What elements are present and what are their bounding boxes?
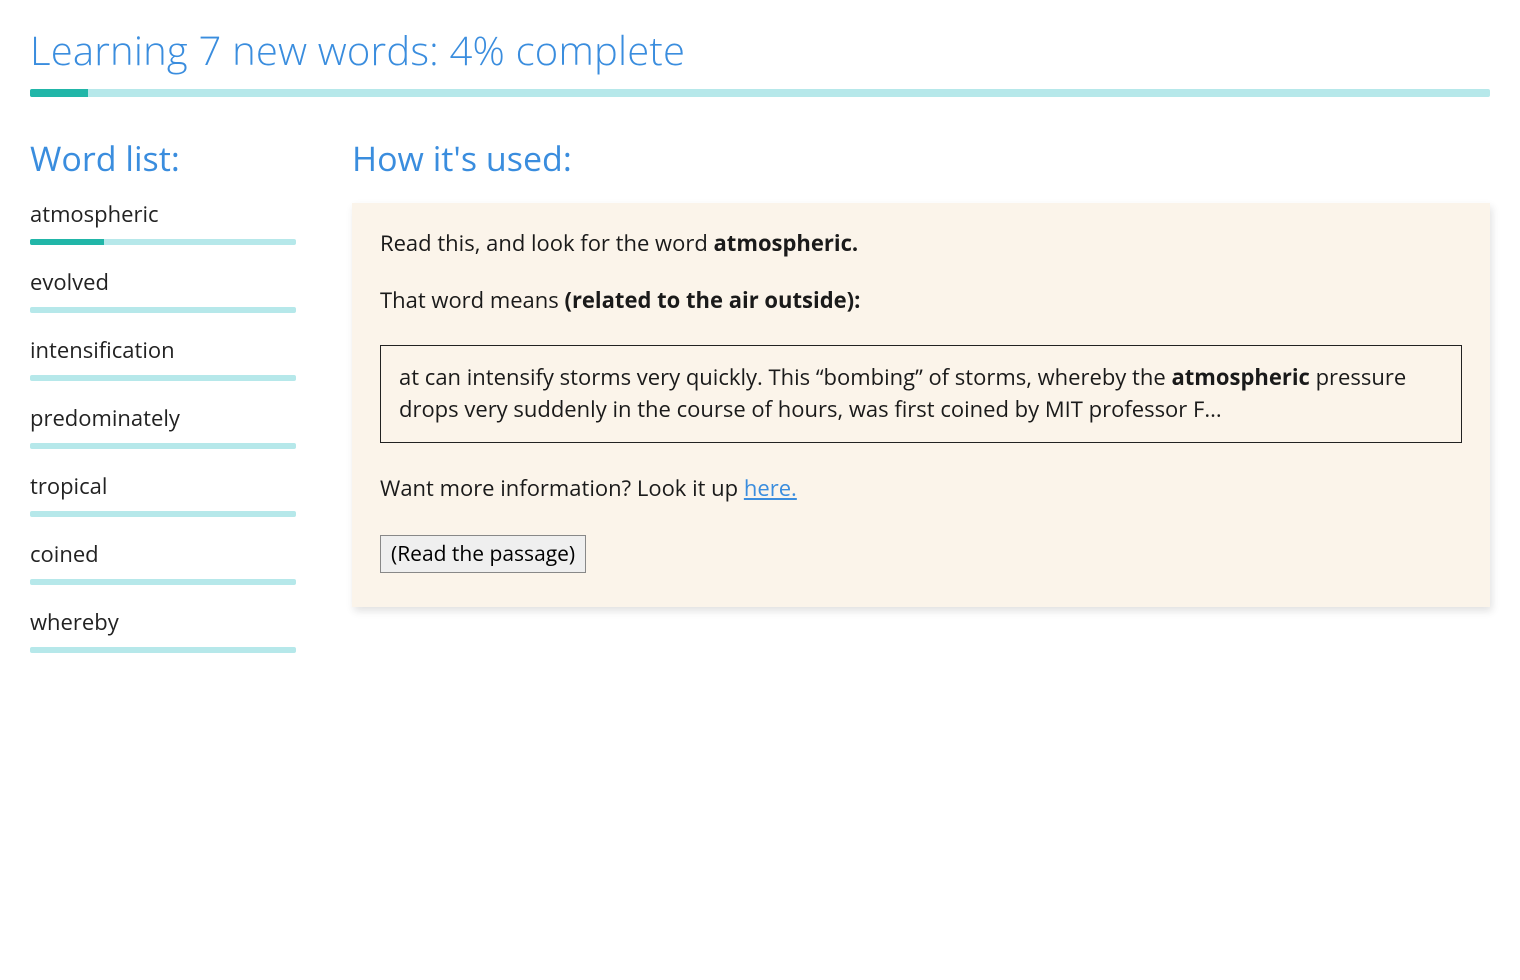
definition-line: That word means (related to the air outs… xyxy=(380,284,1462,317)
definition-text: (related to the air outside): xyxy=(564,285,860,315)
word-progress-bar xyxy=(30,647,296,653)
more-info-prefix: Want more information? Look it up xyxy=(380,473,744,503)
word-progress-bar xyxy=(30,307,296,313)
definition-prefix: That word means xyxy=(380,285,564,315)
word-list-item[interactable]: whereby xyxy=(30,607,296,637)
overall-progress-fill xyxy=(30,89,88,97)
word-list-item[interactable]: tropical xyxy=(30,471,296,501)
excerpt-highlight-word: atmospheric xyxy=(1171,362,1309,392)
usage-heading: How it's used: xyxy=(352,135,1490,181)
more-info-line: Want more information? Look it up here. xyxy=(380,473,1462,503)
word-list-item[interactable]: atmospheric xyxy=(30,199,296,229)
instruction-prefix: Read this, and look for the word xyxy=(380,228,714,258)
word-progress-bar xyxy=(30,511,296,517)
word-progress-fill xyxy=(30,239,104,245)
word-progress-bar xyxy=(30,443,296,449)
word-list-sidebar: Word list: atmospheric evolved intensifica… xyxy=(30,135,296,653)
usage-panel-column: How it's used: Read this, and look for t… xyxy=(352,135,1490,607)
usage-panel: Read this, and look for the word atmosph… xyxy=(352,203,1490,607)
instruction-line: Read this, and look for the word atmosph… xyxy=(380,227,1462,260)
page-title: Learning 7 new words: 4% complete xyxy=(30,22,1490,77)
word-list-item[interactable]: evolved xyxy=(30,267,296,297)
instruction-target-word: atmospheric. xyxy=(714,228,859,258)
more-info-link[interactable]: here. xyxy=(744,473,797,503)
excerpt-before: at can intensify storms very quickly. Th… xyxy=(399,362,1171,392)
word-list-heading: Word list: xyxy=(30,135,296,181)
word-list-item[interactable]: coined xyxy=(30,539,296,569)
passage-excerpt: at can intensify storms very quickly. Th… xyxy=(380,345,1462,443)
read-passage-button[interactable]: (Read the passage) xyxy=(380,535,586,573)
word-list-item[interactable]: predominately xyxy=(30,403,296,433)
word-progress-bar xyxy=(30,375,296,381)
word-progress-bar xyxy=(30,579,296,585)
word-list-item[interactable]: intensification xyxy=(30,335,296,365)
word-progress-bar xyxy=(30,239,296,245)
overall-progress-bar xyxy=(30,89,1490,97)
